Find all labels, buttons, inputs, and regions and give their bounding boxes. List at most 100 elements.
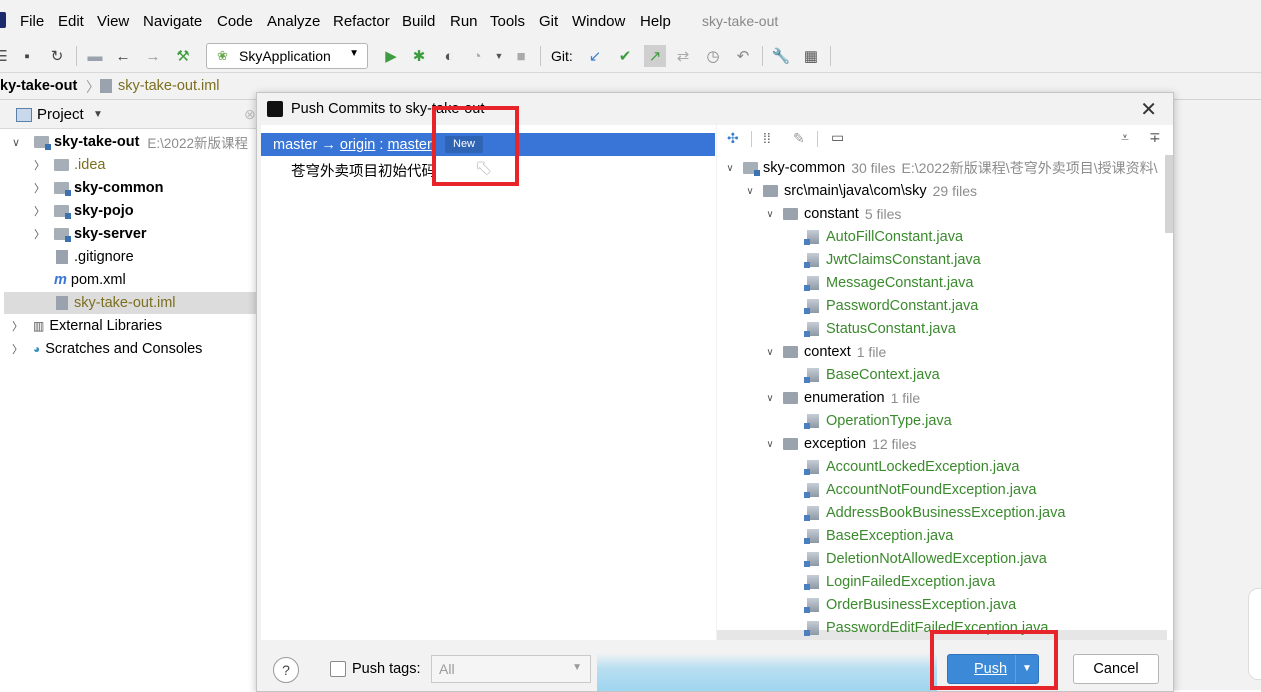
java-file-icon (804, 460, 819, 475)
tree-row-sky-pojo[interactable]: 〉 sky-pojo (0, 200, 134, 222)
menu-analyze[interactable]: Analyze (267, 13, 320, 30)
file-row[interactable]: OrderBusinessException.java (804, 594, 1016, 616)
java-file-icon (804, 253, 819, 268)
chevron-down-icon[interactable]: ▼ (490, 47, 508, 65)
file-row[interactable]: LoginFailedException.java (804, 571, 995, 593)
menu-refactor[interactable]: Refactor (333, 13, 390, 30)
project-view-selector[interactable]: Project (37, 106, 84, 123)
profile-icon[interactable]: ◔ (468, 47, 486, 65)
menu-icon[interactable]: ☰ (0, 47, 10, 65)
group-by-icon[interactable]: ⁞⁞ (763, 130, 771, 146)
remote-branch-link[interactable]: master (387, 137, 431, 153)
menu-view[interactable]: View (97, 13, 129, 30)
folder-icon[interactable]: ▬ (86, 47, 104, 65)
menu-edit[interactable]: Edit (58, 13, 84, 30)
git-push-icon[interactable]: ↗ (644, 45, 666, 67)
breadcrumb-project[interactable]: ky-take-out (0, 78, 77, 94)
remote-link[interactable]: origin (340, 137, 375, 153)
files-toolbar: ✣ ⁞⁞ ✎ ▭ ⩡ ∓ (717, 125, 1173, 153)
file-row[interactable]: BaseException.java (804, 525, 953, 547)
tree-row-sky-take-out[interactable]: ∨ sky-take-out E:\2022新版课程 (0, 131, 256, 153)
tree-label: sky-take-out (54, 134, 140, 150)
file-row[interactable]: MessageConstant.java (804, 272, 974, 294)
menu-help[interactable]: Help (640, 13, 671, 30)
debug-icon[interactable]: ✱ (410, 47, 428, 65)
tree-row-external-libraries[interactable]: 〉 ▥ External Libraries (0, 315, 162, 337)
menu-tools[interactable]: Tools (490, 13, 525, 30)
menu-code[interactable]: Code (217, 13, 253, 30)
tree-node-context[interactable]: ∨ context 1 file (763, 341, 886, 363)
file-row[interactable]: AddressBookBusinessException.java (804, 502, 1065, 524)
tags-select[interactable]: All ▼ (431, 655, 591, 683)
menu-window[interactable]: Window (572, 13, 625, 30)
push-tags-checkbox[interactable] (330, 661, 346, 677)
tree-node-enumeration[interactable]: ∨ enumeration 1 file (763, 387, 920, 409)
stop-icon[interactable]: ■ (512, 47, 530, 65)
highlight-box-push-button (930, 630, 1058, 690)
file-row[interactable]: PasswordConstant.java (804, 295, 978, 317)
file-row[interactable]: AccountLockedException.java (804, 456, 1019, 478)
tree-row-idea[interactable]: 〉 .idea (0, 154, 105, 176)
cancel-button[interactable]: Cancel (1073, 654, 1159, 684)
rollback-icon[interactable]: ↶ (734, 47, 752, 65)
save-icon[interactable]: ▪ (18, 47, 36, 65)
tree-row-gitignore[interactable]: .gitignore (0, 246, 134, 268)
tree-row-sky-common[interactable]: 〉 sky-common (0, 177, 163, 199)
close-icon[interactable]: ✕ (1140, 97, 1157, 122)
menu-run[interactable]: Run (450, 13, 478, 30)
tree-node-module[interactable]: ∨ sky-common 30 files E:\2022新版课程\苍穹外卖项目… (723, 157, 1157, 179)
collapse-all-icon[interactable]: ∓ (1149, 129, 1161, 146)
menu-file[interactable]: File (20, 13, 44, 30)
editor-background (1172, 100, 1261, 690)
file-row[interactable]: DeletionNotAllowedException.java (804, 548, 1047, 570)
expand-diff-icon[interactable]: ✣ (727, 130, 739, 147)
tree-row-sky-server[interactable]: 〉 sky-server (0, 223, 147, 245)
edit-icon[interactable]: ✎ (793, 130, 805, 147)
tree-node-package[interactable]: ∨ src\main\java\com\sky 29 files (743, 180, 977, 202)
scratches-icon: ◕ (33, 342, 41, 356)
changed-files-pane: ✣ ⁞⁞ ✎ ▭ ⩡ ∓ ∨ sky-common 30 files E:\20… (717, 125, 1173, 640)
tree-row-scratches[interactable]: 〉 ◕ Scratches and Consoles (0, 338, 202, 360)
expand-all-icon[interactable]: ⩡ (1121, 129, 1129, 146)
settings-wrench-icon[interactable]: 🔧 (772, 47, 791, 65)
breadcrumb-file[interactable]: sky-take-out.iml (118, 78, 220, 94)
window-title: sky-take-out (702, 13, 779, 29)
git-commit-icon[interactable]: ✔ (616, 47, 634, 65)
commit-row[interactable]: 苍穹外卖项目初始代码 (291, 160, 436, 181)
chevron-down-icon: ▼ (572, 662, 582, 673)
java-file-icon (804, 552, 819, 567)
coverage-icon[interactable]: ◐ (440, 47, 458, 65)
menu-build[interactable]: Build (402, 13, 435, 30)
run-icon[interactable]: ▶ (382, 47, 400, 65)
history-icon[interactable]: ◷ (704, 47, 722, 65)
chevron-down-icon[interactable]: ▼ (93, 109, 103, 120)
preview-icon[interactable]: ▭ (831, 129, 844, 146)
git-update-icon[interactable]: ↙ (586, 47, 604, 65)
menu-git[interactable]: Git (539, 13, 558, 30)
tree-node-exception[interactable]: ∨ exception 12 files (763, 433, 916, 455)
project-structure-icon[interactable]: ▦ (802, 47, 820, 65)
file-row[interactable]: JwtClaimsConstant.java (804, 249, 981, 271)
tree-label: External Libraries (49, 318, 163, 334)
file-row[interactable]: AccountNotFoundException.java (804, 479, 1036, 501)
tree-node-constant[interactable]: ∨ constant 5 files (763, 203, 901, 225)
file-row[interactable]: OperationType.java (804, 410, 952, 432)
main-toolbar: ☰ ▪ ↻ ▬ ← → ⚒ ❀ SkyApplication ▼ ▶ ✱ ◐ ◔… (0, 40, 1261, 73)
java-file-icon (804, 414, 819, 429)
file-row[interactable]: StatusConstant.java (804, 318, 956, 340)
run-configuration-select[interactable]: ❀ SkyApplication ▼ (206, 43, 368, 69)
help-button[interactable]: ? (273, 657, 299, 683)
sync-icon[interactable]: ↻ (48, 47, 66, 65)
file-row[interactable]: BaseContext.java (804, 364, 940, 386)
node-label: src\main\java\com\sky (784, 183, 927, 199)
git-fetch-icon[interactable]: ⇄ (674, 47, 692, 65)
forward-icon[interactable]: → (144, 47, 162, 65)
close-icon[interactable]: ⊗ (244, 106, 256, 123)
tree-row-iml[interactable]: sky-take-out.iml (4, 292, 256, 314)
vertical-scrollbar[interactable] (1165, 155, 1173, 233)
file-row[interactable]: AutoFillConstant.java (804, 226, 963, 248)
build-hammer-icon[interactable]: ⚒ (174, 47, 192, 65)
back-icon[interactable]: ← (114, 47, 132, 65)
tree-row-pom[interactable]: m pom.xml (0, 269, 126, 291)
menu-navigate[interactable]: Navigate (143, 13, 202, 30)
